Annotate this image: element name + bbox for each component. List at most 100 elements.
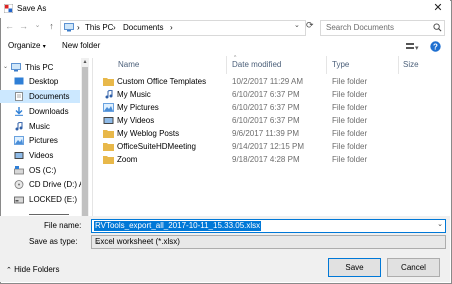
column-header-size[interactable]: Size [403,60,419,69]
scroll-up-icon[interactable]: ▴ [81,58,89,66]
search-box[interactable]: Search Documents [320,20,445,36]
file-type: File folder [332,90,368,99]
column-header-date[interactable]: Date modified [232,60,281,69]
sidebar-item-music[interactable]: Music [14,120,88,133]
chevron-down-icon[interactable]: ⌄ [3,63,8,70]
back-button[interactable]: ← [4,20,15,32]
window-title: Save As [17,4,47,13]
file-name-label: File name: [44,221,82,230]
recent-dropdown-button[interactable]: ⌄ [32,20,43,32]
column-headers: Name ^ Date modified Type Size [100,55,440,74]
svg-text:▾: ▾ [415,45,419,52]
file-type: File folder [332,155,368,164]
address-dropdown-icon[interactable]: ⌄ [294,21,300,29]
title-bar: Save As ✕ [0,0,450,18]
help-icon[interactable]: ? [430,41,441,52]
sidebar-item-videos[interactable]: Videos [14,149,88,162]
pane-divider[interactable] [92,58,93,220]
sidebar-item-os-c[interactable]: OS (C:) [14,164,88,177]
sidebar-item-downloads[interactable]: Downloads [14,105,88,118]
app-icon [4,4,13,13]
file-type: File folder [332,77,368,86]
file-date: 6/10/2017 6:37 PM [232,90,300,99]
svg-text:?: ? [433,42,438,51]
file-row[interactable]: OfficeSuiteHDMeeting 9/14/2017 12:15 PM … [100,140,430,153]
hide-folders-label: Hide Folders [14,265,60,274]
save-as-type-label: Save as type: [29,237,78,246]
file-row[interactable]: My Pictures 6/10/2017 6:37 PM File folde… [100,101,430,114]
chevron-up-icon: ⌃ [6,267,12,274]
drive-icon [14,196,24,204]
chevron-down-icon[interactable]: ⌄ [95,237,443,246]
navigation-pane: ⌄ This PC Desktop Documents Downloads Mu… [0,58,88,220]
file-date: 9/14/2017 12:15 PM [232,142,305,151]
pc-icon [11,63,21,72]
new-folder-button[interactable]: New folder [62,41,100,50]
cancel-button[interactable]: Cancel [387,258,440,277]
chevron-down-icon: ▾ [42,44,46,50]
search-input[interactable]: Search Documents [326,23,394,32]
music-icon [15,122,23,131]
file-row[interactable]: My Music 6/10/2017 6:37 PM File folder [100,88,430,101]
videos-icon [14,152,24,159]
folder-icon [103,78,114,86]
forward-button[interactable]: → [18,20,29,32]
scrollbar-thumb[interactable] [82,67,88,217]
downloads-icon [15,107,23,116]
file-type: File folder [332,129,368,138]
file-name: Custom Office Templates [117,77,207,86]
sidebar-scrollbar[interactable]: ▴ [81,58,89,220]
file-name-field[interactable]: RVTools_export_all_2017-10-11_15.33.05.x… [91,219,446,233]
breadcrumb-separator-icon: › [170,23,173,32]
address-bar[interactable]: › This PC › Documents › [60,20,306,36]
file-name: Zoom [117,155,138,164]
folder-icon [103,143,114,151]
organize-label: Organize [8,41,41,50]
file-date: 6/10/2017 6:37 PM [232,103,300,112]
music-folder-icon [105,90,113,99]
column-divider[interactable] [326,56,327,74]
sidebar-item-label: This PC [25,63,54,72]
file-name-input[interactable]: RVTools_export_all_2017-10-11_15.33.05.x… [94,221,262,231]
sidebar-item-label: Desktop [29,77,59,86]
view-options-icon[interactable]: ▾ [406,42,420,52]
chevron-down-icon[interactable]: ⌄ [437,220,443,228]
file-type: File folder [332,142,368,151]
column-divider[interactable] [398,56,399,74]
file-name: My Pictures [117,103,159,112]
sidebar-item-this-pc[interactable]: ⌄ This PC [0,61,80,74]
sidebar-item-desktop[interactable]: Desktop [14,75,88,88]
sidebar-item-label: Music [29,122,50,131]
column-header-type[interactable]: Type [332,60,349,69]
breadcrumb-this-pc[interactable]: This PC [85,23,113,32]
sidebar-item-pictures[interactable]: Pictures [14,134,88,147]
column-divider[interactable] [226,56,227,74]
file-row[interactable]: Zoom 9/18/2017 4:28 PM File folder [100,153,430,166]
hide-folders-toggle[interactable]: ⌃ Hide Folders [6,265,59,274]
pc-icon [64,23,74,32]
file-name: My Weblog Posts [117,129,180,138]
file-row[interactable]: Custom Office Templates 10/2/2017 11:29 … [100,75,430,88]
sidebar-item-label: LOCKED (E:) [29,195,78,204]
save-button[interactable]: Save [328,258,381,277]
refresh-icon[interactable]: ⟳ [306,20,314,31]
save-as-type-select[interactable]: Excel worksheet (*.xlsx) ⌄ [91,235,446,249]
breadcrumb-separator-icon: › [77,23,80,32]
file-name: OfficeSuiteHDMeeting [117,142,196,151]
sidebar-item-label: Downloads [29,107,69,116]
file-row[interactable]: My Weblog Posts 9/6/2017 11:39 PM File f… [100,127,430,140]
close-button[interactable]: ✕ [428,1,448,16]
sidebar-item-documents[interactable]: Documents [0,90,80,103]
organize-menu[interactable]: Organize ▾ [8,41,46,50]
breadcrumb-documents[interactable]: Documents [123,23,163,32]
sidebar-item-label: Documents [29,92,70,101]
up-button[interactable]: ↑ [46,20,57,32]
file-date: 10/2/2017 11:29 AM [232,77,304,86]
file-row[interactable]: My Videos 6/10/2017 6:37 PM File folder [100,114,430,127]
sidebar-item-label: Videos [29,151,54,160]
sidebar-item-cd-drive[interactable]: CD Drive (D:) Ap [14,178,88,191]
column-header-name[interactable]: Name [118,60,139,69]
sidebar-item-locked-e[interactable]: LOCKED (E:) [14,193,88,206]
file-type: File folder [332,116,368,125]
desktop-icon [14,77,24,85]
